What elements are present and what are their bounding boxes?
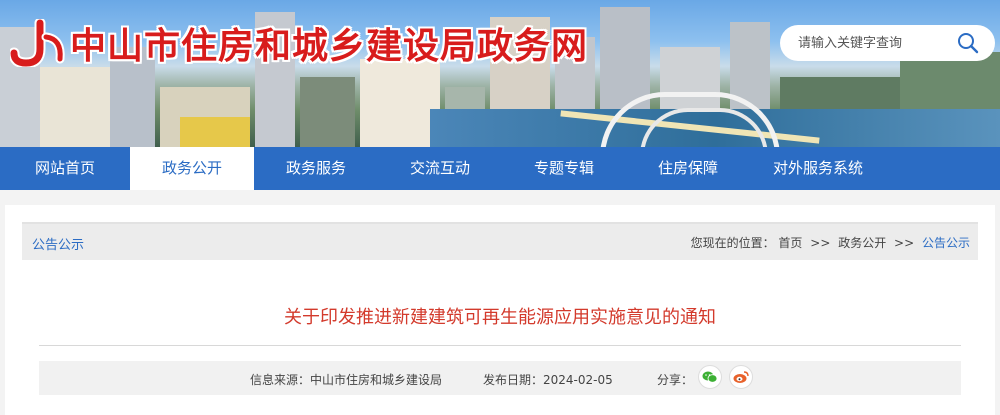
search-input[interactable] <box>796 34 950 52</box>
nav-topics[interactable]: 专题专辑 <box>502 147 626 190</box>
nav-external-services[interactable]: 对外服务系统 <box>750 147 886 190</box>
nav-home[interactable]: 网站首页 <box>0 147 130 190</box>
weibo-share-button[interactable] <box>729 365 753 389</box>
breadcrumb-announcements[interactable]: 公告公示 <box>922 236 970 250</box>
breadcrumb-separator: >> <box>894 236 915 250</box>
date-label: 发布日期： <box>483 373 544 387</box>
date-value: 2024-02-05 <box>543 373 613 387</box>
weibo-icon <box>733 371 749 383</box>
location-prefix: 您现在的位置： <box>690 236 775 250</box>
wechat-share-button[interactable] <box>698 365 722 389</box>
share-label: 分享： <box>657 373 694 387</box>
logo-icon <box>10 19 65 67</box>
article-title: 关于印发推进新建建筑可再生能源应用实施意见的通知 <box>284 307 716 328</box>
breadcrumb-gov-affairs-open[interactable]: 政务公开 <box>838 236 886 250</box>
location-path: 您现在的位置： 首页 >> 政务公开 >> 公告公示 <box>691 234 970 251</box>
publish-date: 发布日期：2024-02-05 <box>483 371 613 388</box>
search-box <box>780 25 995 61</box>
breadcrumb: 公告公示 您现在的位置： 首页 >> 政务公开 >> 公告公示 <box>22 222 978 260</box>
section-title: 公告公示 <box>32 238 85 253</box>
nav-interaction[interactable]: 交流互动 <box>378 147 502 190</box>
content-panel: 公告公示 您现在的位置： 首页 >> 政务公开 >> 公告公示 关于印发推进新建… <box>5 205 995 415</box>
article-meta: 信息来源：中山市住房和城乡建设局 发布日期：2024-02-05 分享： <box>39 361 961 395</box>
info-source: 信息来源：中山市住房和城乡建设局 <box>250 371 442 388</box>
nav-gov-affairs-open[interactable]: 政务公开 <box>130 147 254 190</box>
site-title: 中山市住房和城乡建设局政务网 <box>70 26 589 67</box>
search-icon[interactable] <box>957 32 979 54</box>
site-logo[interactable]: 中山市住房和城乡建设局政务网 <box>10 17 588 69</box>
breadcrumb-home[interactable]: 首页 <box>778 236 802 250</box>
nav-gov-services[interactable]: 政务服务 <box>254 147 378 190</box>
main-nav: 网站首页 政务公开 政务服务 交流互动 专题专辑 住房保障 对外服务系统 <box>0 147 1000 190</box>
source-value: 中山市住房和城乡建设局 <box>310 373 443 387</box>
header-banner: 中山市住房和城乡建设局政务网 <box>0 0 1000 147</box>
breadcrumb-separator: >> <box>810 236 831 250</box>
nav-housing-security[interactable]: 住房保障 <box>626 147 750 190</box>
source-label: 信息来源： <box>250 373 311 387</box>
divider <box>39 345 961 346</box>
wechat-icon <box>702 371 718 383</box>
